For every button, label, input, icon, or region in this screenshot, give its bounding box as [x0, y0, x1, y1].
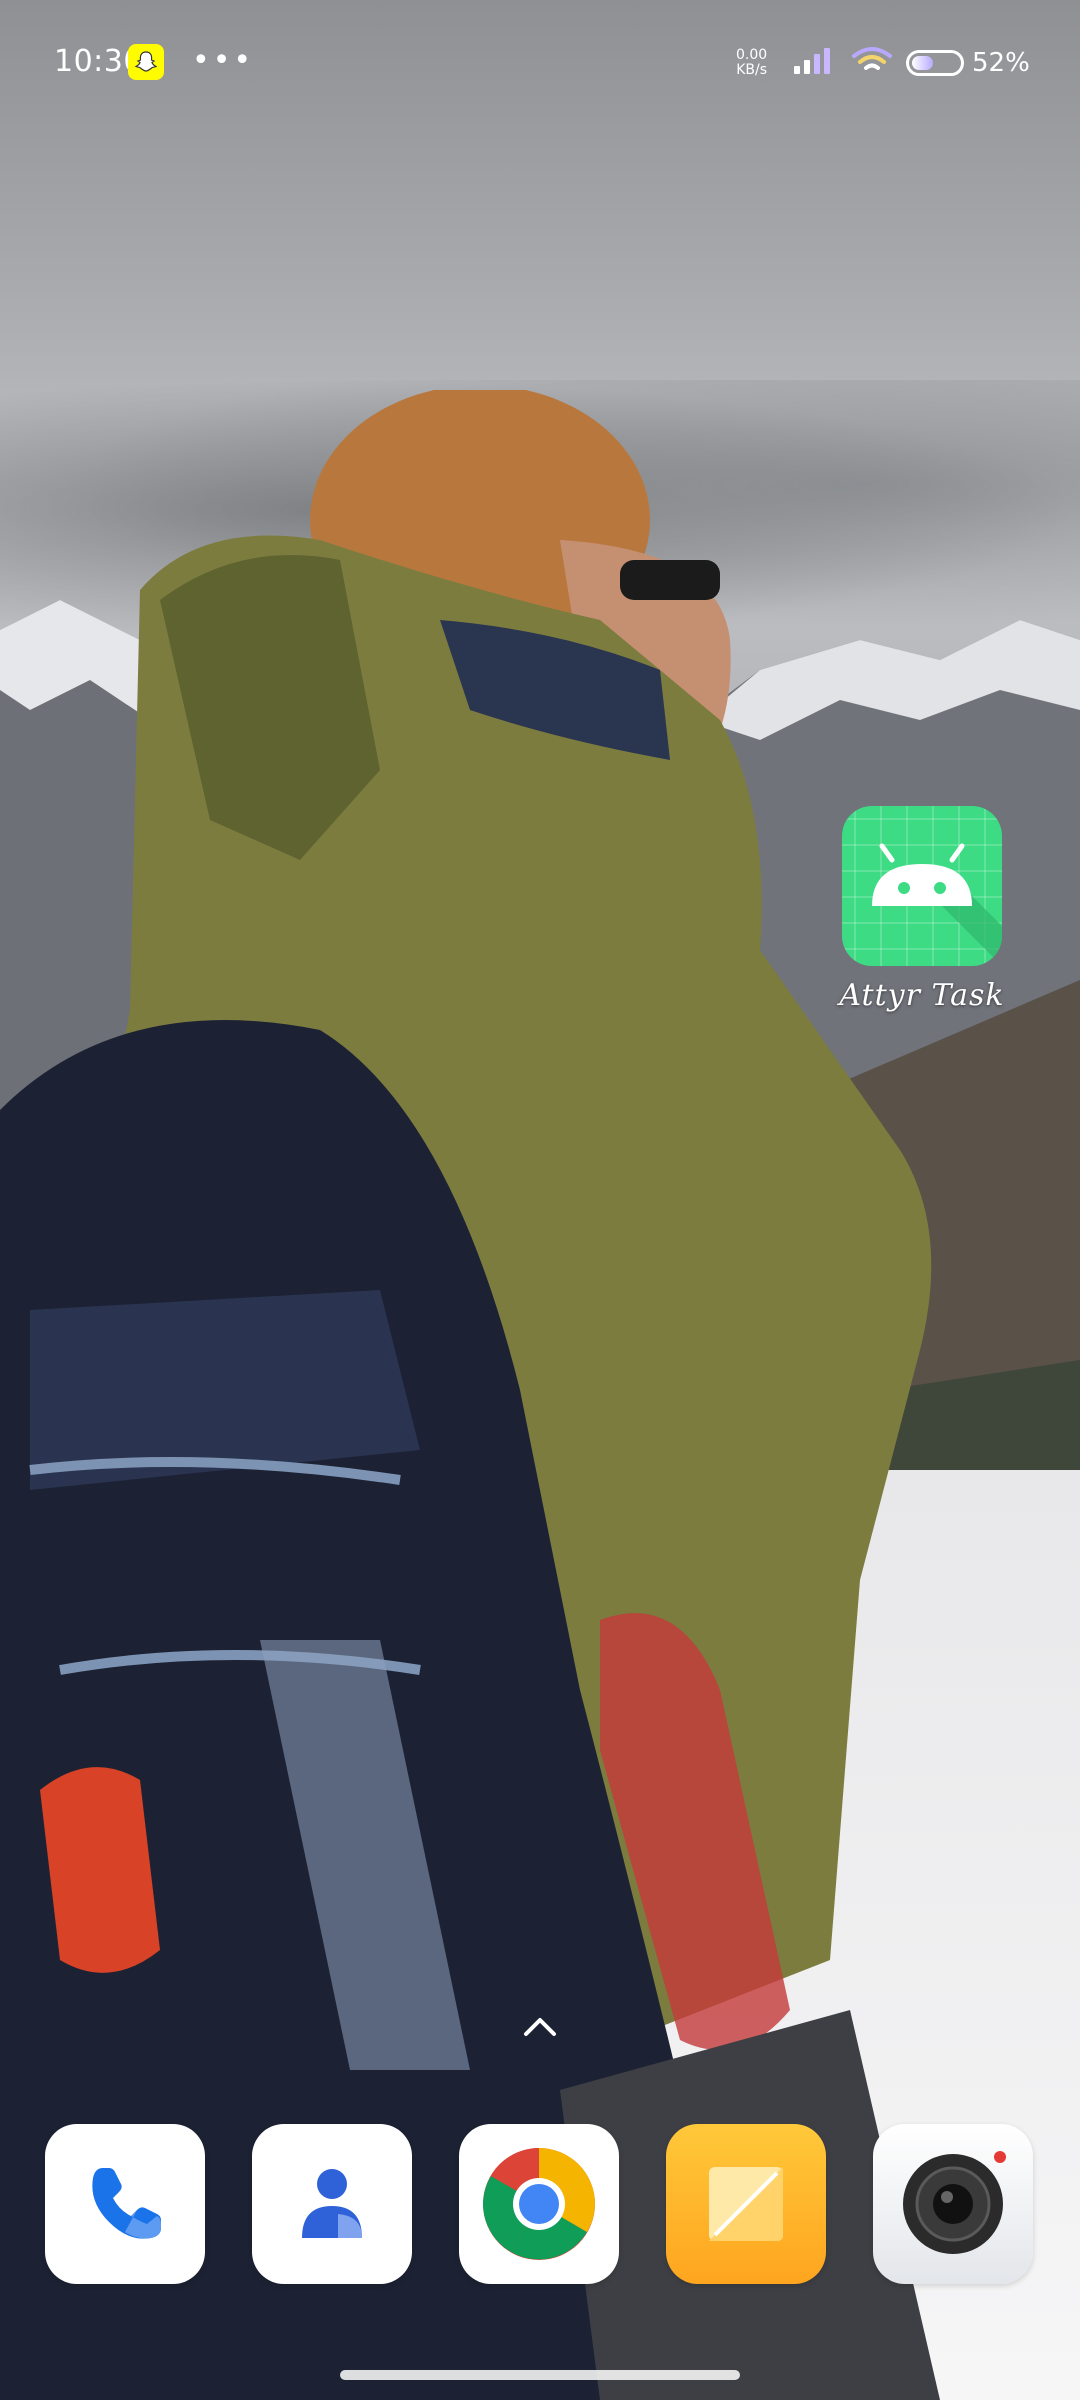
signal-icon — [792, 46, 836, 80]
chevron-up-icon[interactable] — [520, 2012, 560, 2040]
phone-icon — [92, 2168, 161, 2239]
snapchat-icon — [128, 44, 164, 80]
wifi-icon — [850, 44, 894, 80]
more-notifications-icon: ••• — [192, 43, 255, 78]
contacts-app-button[interactable] — [252, 2124, 412, 2284]
app-shortcut-attyr-task[interactable]: Attyr Task — [839, 806, 1004, 1026]
battery-icon — [906, 50, 964, 76]
network-speed-value: 0.00 — [736, 47, 768, 63]
camera-app-button[interactable] — [873, 2124, 1033, 2284]
chrome-icon — [483, 2148, 595, 2260]
network-speed: 0.00 KB/s — [736, 48, 767, 78]
battery-level-fill — [912, 56, 934, 70]
android-robot-icon[interactable] — [842, 806, 1002, 966]
network-speed-unit: KB/s — [736, 62, 767, 78]
contact-icon — [302, 2169, 362, 2238]
app-label[interactable]: Attyr Task — [822, 978, 1022, 1013]
phone-app-button[interactable] — [45, 2124, 205, 2284]
camera-icon — [903, 2151, 1006, 2254]
status-bar: 10:30 ••• 0.00 KB/s 52% — [0, 0, 1080, 130]
battery-percent: 52% — [972, 48, 1030, 78]
dock — [45, 2124, 1035, 2284]
notes-icon — [709, 2167, 783, 2241]
notes-app-button[interactable] — [666, 2124, 826, 2284]
chrome-app-button[interactable] — [459, 2124, 619, 2284]
wallpaper-hiker — [0, 390, 940, 2400]
gesture-navigation-bar[interactable] — [340, 2370, 740, 2380]
